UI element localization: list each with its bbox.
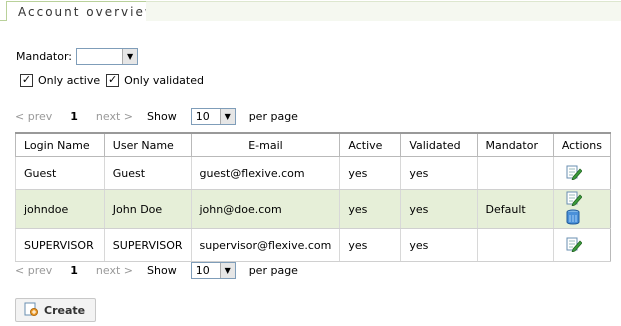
actions-cell: [552, 228, 612, 262]
accounts-table: Login Name User Name E-mail Active Valid…: [15, 132, 612, 262]
edit-icon[interactable]: [566, 236, 583, 255]
edit-icon[interactable]: [566, 190, 583, 209]
only-validated-label: Only validated: [124, 73, 204, 87]
next-link[interactable]: next >: [96, 110, 133, 123]
current-page: 1: [70, 109, 78, 123]
page-size-value: 10: [195, 263, 210, 277]
actions-cell: [552, 189, 612, 229]
tab-account-overview[interactable]: Account overview: [6, 1, 169, 21]
current-page: 1: [70, 263, 78, 277]
show-label: Show: [147, 109, 177, 123]
page-size-value: 10: [195, 109, 210, 123]
chevron-down-icon[interactable]: ▼: [219, 262, 235, 278]
per-page-label: per page: [248, 263, 298, 277]
column-header[interactable]: Validated: [400, 132, 478, 157]
column-header: Actions: [552, 132, 612, 157]
login-cell: Guest: [15, 156, 105, 190]
mandator-cell: Default: [476, 189, 554, 229]
login-cell: johndoe: [15, 189, 105, 229]
only-active-label: Only active: [38, 73, 101, 87]
table-row: SUPERVISOR SUPERVISOR supervisor@flexive…: [15, 228, 612, 262]
chevron-down-icon[interactable]: ▼: [219, 108, 235, 124]
column-header[interactable]: Login Name: [15, 132, 105, 157]
status-filters: ✓ Only active ✓ Only validated: [20, 72, 210, 88]
mandator-cell: [476, 156, 554, 190]
column-header[interactable]: Mandator: [476, 132, 554, 157]
email-cell: guest@flexive.com: [190, 156, 340, 190]
tab-strip-filler: [146, 1, 621, 21]
user-cell: John Doe: [103, 189, 191, 229]
mandator-filter: Mandator: ▼: [16, 47, 139, 65]
email-cell: john@doe.com: [190, 189, 340, 229]
only-validated-checkbox[interactable]: ✓: [106, 73, 120, 87]
column-header[interactable]: E-mail: [190, 132, 341, 157]
create-button[interactable]: Create: [15, 298, 96, 322]
column-header[interactable]: User Name: [103, 132, 192, 157]
page-size-select[interactable]: 10 ▼: [190, 261, 236, 279]
actions-cell: [552, 156, 612, 190]
edit-icon[interactable]: [566, 164, 583, 183]
column-header[interactable]: Active: [339, 132, 402, 157]
table-row: Guest Guest guest@flexive.com yes yes: [15, 156, 612, 190]
mandator-select[interactable]: ▼: [76, 47, 139, 65]
active-cell: yes: [339, 189, 401, 229]
table-header-row: Login Name User Name E-mail Active Valid…: [15, 132, 612, 157]
validated-cell: yes: [400, 156, 477, 190]
create-button-label: Create: [44, 303, 86, 317]
mandator-label: Mandator:: [16, 49, 73, 63]
pager-top: < prev 1 next > Show 10 ▼ per page: [15, 107, 298, 125]
active-cell: yes: [339, 156, 401, 190]
chevron-down-icon[interactable]: ▼: [122, 48, 138, 64]
table-row: johndoe John Doe john@doe.com yes yes De…: [15, 189, 612, 229]
only-active-checkbox[interactable]: ✓: [20, 73, 33, 87]
show-label: Show: [147, 263, 177, 277]
active-cell: yes: [339, 228, 401, 262]
next-link[interactable]: next >: [96, 264, 133, 277]
email-cell: supervisor@flexive.com: [190, 228, 340, 262]
validated-cell: yes: [400, 228, 477, 262]
page-size-select[interactable]: 10 ▼: [190, 107, 236, 125]
mandator-cell: [476, 228, 554, 262]
new-document-icon: [24, 302, 38, 319]
user-cell: Guest: [103, 156, 191, 190]
prev-link[interactable]: < prev: [15, 110, 52, 123]
tab-strip: Account overview: [0, 0, 621, 21]
per-page-label: per page: [248, 109, 298, 123]
user-cell: SUPERVISOR: [103, 228, 191, 262]
validated-cell: yes: [400, 189, 477, 229]
pager-bottom: < prev 1 next > Show 10 ▼ per page: [15, 261, 298, 279]
prev-link[interactable]: < prev: [15, 264, 52, 277]
login-cell: SUPERVISOR: [15, 228, 105, 262]
delete-icon[interactable]: [566, 209, 580, 228]
